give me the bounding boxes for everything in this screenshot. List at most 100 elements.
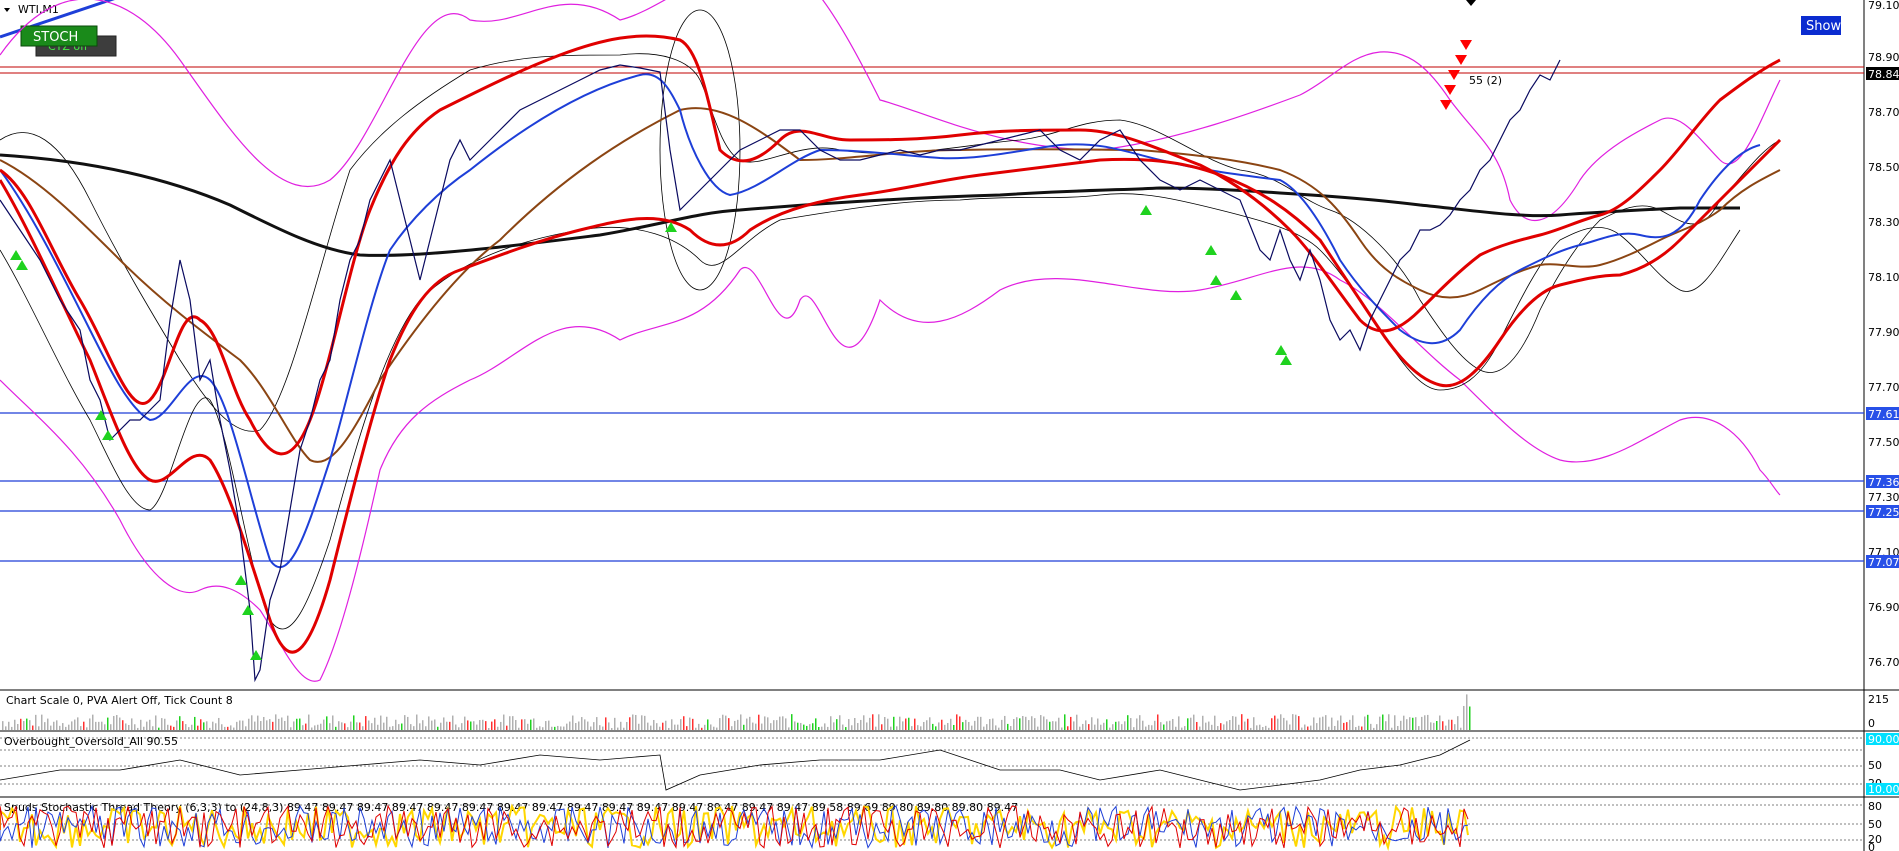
volume-bar <box>905 718 907 730</box>
volume-bar <box>551 726 553 730</box>
volume-bar <box>893 716 895 730</box>
volume-bar <box>1427 714 1429 730</box>
volume-bar <box>233 727 235 730</box>
volume-bar <box>470 721 472 730</box>
volume-bar <box>455 724 457 730</box>
volume-bar <box>1181 727 1183 730</box>
volume-bar <box>1178 716 1180 730</box>
volume-bar <box>56 720 58 730</box>
volume-bar <box>47 718 49 730</box>
volume-bar <box>689 717 691 730</box>
volume-bar <box>737 719 739 730</box>
stoch-scale-label: 0 <box>1868 841 1875 851</box>
indicator-lines <box>0 0 1782 682</box>
volume-bar <box>434 719 436 730</box>
volume-bar <box>68 724 70 730</box>
collapse-arrow-icon[interactable] <box>4 8 10 12</box>
volume-bar <box>599 725 601 730</box>
volume-bar <box>446 721 448 730</box>
volume-bar <box>236 721 238 730</box>
volume-bar <box>14 719 16 730</box>
volume-bar <box>896 726 898 730</box>
volume-bar <box>1376 724 1378 730</box>
volume-bar <box>1160 722 1162 730</box>
volume-bar <box>743 724 745 730</box>
volume-bar <box>206 721 208 730</box>
volume-bar <box>929 717 931 730</box>
volume-bar <box>329 723 331 730</box>
volume-bar <box>683 716 685 730</box>
volume-bar <box>416 714 418 730</box>
price-label: 78.10 <box>1868 271 1899 284</box>
volume-bar <box>188 727 190 730</box>
volume-bar <box>401 723 403 730</box>
volume-bar <box>842 724 844 730</box>
volume-bar <box>581 717 583 730</box>
volume-bar <box>734 720 736 730</box>
volume-bar <box>1436 720 1438 730</box>
chart-symbol-title: WTI,M1 <box>18 3 59 16</box>
volume-bar <box>389 726 391 730</box>
volume-panel-label: Chart Scale 0, PVA Alert Off, Tick Count… <box>6 694 233 707</box>
volume-bar <box>428 716 430 730</box>
volume-bar <box>308 714 310 730</box>
volume-bar <box>596 717 598 730</box>
volume-bar <box>1004 715 1006 730</box>
volume-bar <box>1214 715 1216 730</box>
volume-bar <box>1172 718 1174 730</box>
volume-bar <box>1310 725 1312 730</box>
volume-bar <box>617 727 619 730</box>
volume-bar <box>746 718 748 730</box>
volume-bar <box>1082 723 1084 730</box>
volume-bar <box>347 727 349 730</box>
volume-bar <box>866 722 868 730</box>
volume-bar <box>611 727 613 730</box>
volume-bar <box>1316 723 1318 730</box>
volume-bar <box>5 726 7 730</box>
volume-bar <box>1286 720 1288 730</box>
price-tag: 77.07 <box>1868 556 1899 569</box>
volume-bar <box>701 727 703 730</box>
volume-bar <box>8 721 10 730</box>
volume-bar <box>1307 726 1309 730</box>
volume-bar <box>290 727 292 730</box>
show-button[interactable]: Show <box>1801 16 1841 35</box>
volume-bar <box>1361 726 1363 730</box>
volume-bar <box>1070 716 1072 730</box>
volume-bar <box>476 724 478 730</box>
volume-bar <box>1076 714 1078 730</box>
volume-bar <box>650 725 652 730</box>
volume-bar <box>1259 724 1261 730</box>
volume-bar <box>1031 716 1033 730</box>
volume-bar <box>542 727 544 730</box>
volume-bar <box>782 716 784 730</box>
volume-bar <box>680 719 682 730</box>
volume-bar <box>1331 717 1333 730</box>
volume-bar <box>1262 727 1264 730</box>
volume-bar <box>1094 724 1096 730</box>
volume-bar <box>182 721 184 730</box>
volume-bar <box>1298 716 1300 730</box>
volume-bar <box>449 721 451 730</box>
volume-bar <box>1301 727 1303 730</box>
volume-bar <box>383 722 385 730</box>
volume-bar <box>1424 715 1426 730</box>
volume-bar <box>1109 727 1111 730</box>
volume-bar <box>908 717 910 730</box>
volume-bar <box>1466 694 1468 730</box>
volume-bar <box>1232 716 1234 730</box>
volume-bar <box>1442 721 1444 730</box>
volume-bar <box>374 717 376 730</box>
volume-bar <box>1451 719 1453 730</box>
stoch-button[interactable]: CTZ off STOCH <box>20 25 117 57</box>
volume-bar <box>614 717 616 730</box>
volume-bar <box>791 714 793 730</box>
volume-bar <box>692 718 694 730</box>
volume-bar <box>752 722 754 730</box>
volume-bar <box>1304 724 1306 730</box>
volume-bar <box>602 726 604 730</box>
volume-bar <box>170 725 172 730</box>
volume-bar <box>251 715 253 730</box>
volume-bar <box>83 721 85 730</box>
trading-chart[interactable]: WTI,M1 CTZ off STOCH Show 79.10 78.90 78… <box>0 0 1899 851</box>
